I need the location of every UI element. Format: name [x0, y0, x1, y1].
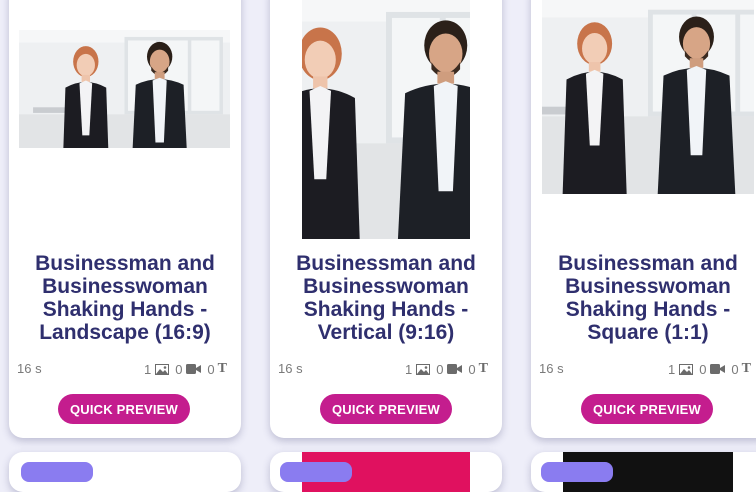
category-chip [21, 462, 93, 482]
text-count: 0 [468, 361, 476, 377]
image-count: 1 [404, 361, 413, 377]
text-count: 0 [731, 361, 739, 377]
quick-preview-button[interactable]: QUICK PREVIEW [320, 394, 452, 424]
template-thumbnail[interactable] [19, 30, 230, 148]
template-card-square[interactable]: Businessman and Businesswoman Shaking Ha… [531, 0, 756, 438]
video-count: 0 [175, 361, 183, 377]
template-title: Businessman and Businesswoman Shaking Ha… [558, 252, 738, 344]
video-camera-icon [186, 364, 202, 374]
asset-counts: 1 0 0 T [138, 361, 227, 377]
video-camera-icon [447, 364, 463, 374]
template-title: Businessman and Businesswoman Shaking Ha… [296, 252, 476, 344]
text-icon: T [741, 361, 751, 376]
quick-preview-button[interactable]: QUICK PREVIEW [58, 394, 190, 424]
video-count: 0 [699, 361, 707, 377]
text-icon: T [217, 361, 227, 376]
category-chip [280, 462, 352, 482]
duration-label: 16 s [539, 361, 564, 376]
template-card-next-row[interactable] [531, 452, 756, 492]
image-icon [416, 363, 431, 375]
image-icon [155, 363, 170, 375]
template-thumbnail[interactable] [302, 0, 470, 239]
asset-counts: 1 0 0 T [399, 361, 488, 377]
image-icon [679, 363, 694, 375]
template-card-landscape[interactable]: Businessman and Businesswoman Shaking Ha… [9, 0, 241, 438]
template-card-next-row[interactable] [9, 452, 241, 492]
image-count: 1 [143, 361, 152, 377]
template-title: Businessman and Businesswoman Shaking Ha… [35, 252, 215, 344]
duration-label: 16 s [278, 361, 303, 376]
text-icon: T [478, 361, 488, 376]
asset-counts: 1 0 0 T [662, 361, 751, 377]
duration-label: 16 s [17, 361, 42, 376]
image-count: 1 [667, 361, 676, 377]
video-camera-icon [710, 364, 726, 374]
text-count: 0 [207, 361, 215, 377]
template-card-vertical[interactable]: Businessman and Businesswoman Shaking Ha… [270, 0, 502, 438]
template-thumbnail[interactable] [542, 0, 754, 194]
quick-preview-button[interactable]: QUICK PREVIEW [581, 394, 713, 424]
video-count: 0 [436, 361, 444, 377]
template-card-next-row[interactable] [270, 452, 502, 492]
category-chip [541, 462, 613, 482]
